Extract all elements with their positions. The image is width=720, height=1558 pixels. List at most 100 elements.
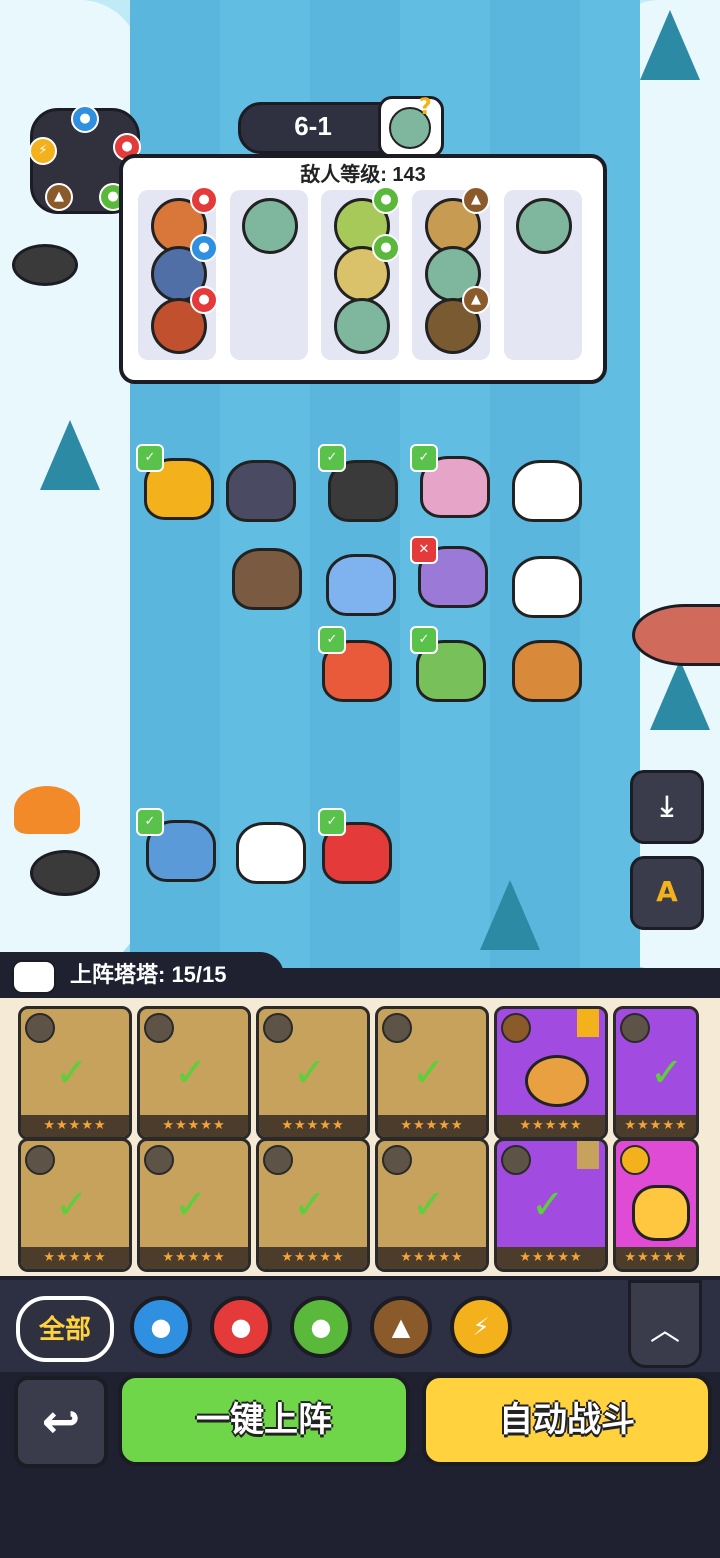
check-icon: ✓ bbox=[55, 1050, 89, 1096]
check-icon: ✓ bbox=[293, 1182, 327, 1228]
leaf-icon bbox=[382, 1013, 412, 1043]
earth-icon: ▲ bbox=[45, 183, 73, 211]
star-rating: ★★★★★ bbox=[378, 1247, 486, 1269]
water-icon bbox=[263, 1145, 293, 1175]
tire-decoration bbox=[12, 244, 78, 286]
thumbs-up-icon: ✓ bbox=[318, 444, 346, 472]
check-icon: ✓ bbox=[174, 1050, 208, 1096]
earth-icon: ▲ bbox=[462, 286, 490, 314]
check-icon: ✓ bbox=[174, 1182, 208, 1228]
thunder-icon bbox=[25, 1145, 55, 1175]
tower-card[interactable]: ✓ ★★★★★ bbox=[256, 1006, 370, 1140]
tire-decoration bbox=[30, 850, 100, 896]
thunder-icon bbox=[263, 1013, 293, 1043]
star-rating: ★★★★★ bbox=[259, 1115, 367, 1137]
thumbs-up-icon: ✓ bbox=[318, 626, 346, 654]
tower-creature[interactable] bbox=[512, 460, 582, 522]
tower-card[interactable]: ✓ ★★★★★ bbox=[137, 1138, 251, 1272]
thumbs-up-icon: ✓ bbox=[136, 444, 164, 472]
fire-icon: ● bbox=[190, 186, 218, 214]
thumbs-down-icon: ✕ bbox=[410, 536, 438, 564]
pine-tree bbox=[650, 660, 710, 730]
enemy-avatar[interactable] bbox=[334, 298, 390, 354]
tower-portrait bbox=[525, 1055, 589, 1107]
auto-battle-button[interactable]: 自动战斗 bbox=[422, 1374, 712, 1466]
check-icon: ✓ bbox=[55, 1182, 89, 1228]
tower-creature[interactable] bbox=[226, 460, 296, 522]
chevron-up-icon: ︿ bbox=[650, 1313, 680, 1348]
return-arrow-icon: ↩ bbox=[41, 1394, 81, 1448]
star-rating: ★★★★★ bbox=[259, 1247, 367, 1269]
thumbs-up-icon: ✓ bbox=[318, 808, 346, 836]
tower-card[interactable]: ✓ ★★★★★ bbox=[494, 1138, 608, 1272]
earth-icon bbox=[501, 1013, 531, 1043]
tower-card[interactable]: ★★★★★ bbox=[494, 1006, 608, 1140]
tower-card[interactable]: ✓ ★★★★★ bbox=[18, 1006, 132, 1140]
star-rating: ★★★★★ bbox=[616, 1115, 696, 1137]
check-icon: ✓ bbox=[412, 1050, 446, 1096]
tower-card[interactable]: ✓ ★★★★★ bbox=[256, 1138, 370, 1272]
back-button[interactable]: ↩ bbox=[14, 1376, 108, 1468]
water-icon: ● bbox=[190, 234, 218, 262]
check-icon: ✓ bbox=[650, 1050, 684, 1096]
leaf-icon[interactable]: ● bbox=[290, 1296, 352, 1358]
fire-icon[interactable]: ● bbox=[210, 1296, 272, 1358]
tower-card[interactable]: ✓ ★★★★★ bbox=[137, 1006, 251, 1140]
download-icon: ⤓ bbox=[660, 789, 674, 822]
enemy-avatar[interactable] bbox=[516, 198, 572, 254]
tray-title: 上阵塔塔: 15/15 bbox=[70, 962, 227, 987]
earth-icon bbox=[144, 1145, 174, 1175]
pine-tree bbox=[40, 420, 100, 490]
tower-creature[interactable] bbox=[512, 640, 582, 702]
earth-icon bbox=[25, 1013, 55, 1043]
star-rating: ★★★★★ bbox=[21, 1247, 129, 1269]
star-rating: ★★★★★ bbox=[140, 1115, 248, 1137]
earth-icon[interactable]: ▲ bbox=[370, 1296, 432, 1358]
tower-creature[interactable] bbox=[236, 822, 306, 884]
star-rating: ★★★★★ bbox=[497, 1247, 605, 1269]
tower-creature[interactable] bbox=[232, 548, 302, 610]
download-layout-button[interactable]: ⤓ bbox=[630, 770, 704, 844]
tower-creature[interactable] bbox=[512, 556, 582, 618]
stage-label: 6-1 bbox=[294, 111, 332, 141]
fire-icon bbox=[501, 1145, 531, 1175]
thumbs-up-icon: ✓ bbox=[410, 626, 438, 654]
tower-card[interactable]: ✓ ★★★★★ bbox=[375, 1138, 489, 1272]
pine-tree bbox=[640, 10, 700, 80]
tower-card[interactable]: ✓ ★★★★★ bbox=[613, 1006, 699, 1140]
auto-settings-icon: A bbox=[656, 875, 678, 908]
tower-portrait bbox=[632, 1185, 690, 1241]
enemy-avatar[interactable] bbox=[242, 198, 298, 254]
tower-card[interactable]: ✓ ★★★★★ bbox=[375, 1006, 489, 1140]
star-rating: ★★★★★ bbox=[616, 1247, 696, 1269]
thunder-icon: ⚡ bbox=[29, 137, 57, 165]
pine-tree bbox=[480, 880, 540, 950]
star-rating: ★★★★★ bbox=[140, 1247, 248, 1269]
tower-card[interactable]: ★★★★★ bbox=[613, 1138, 699, 1272]
thunder-icon bbox=[620, 1013, 650, 1043]
auto-settings-button[interactable]: A bbox=[630, 856, 704, 930]
star-rating: ★★★★★ bbox=[497, 1115, 605, 1137]
thumbs-up-icon: ✓ bbox=[410, 444, 438, 472]
leaf-icon: ● bbox=[372, 186, 400, 214]
boss-info-icon[interactable]: ? bbox=[378, 95, 444, 158]
thunder-icon[interactable]: ⚡ bbox=[450, 1296, 512, 1358]
check-icon: ✓ bbox=[293, 1050, 327, 1096]
filter-all-button[interactable]: 全部 bbox=[16, 1296, 114, 1362]
water-icon[interactable]: ● bbox=[130, 1296, 192, 1358]
thumbs-up-icon: ✓ bbox=[136, 808, 164, 836]
check-icon: ✓ bbox=[531, 1182, 565, 1228]
deploy-all-button[interactable]: 一键上阵 bbox=[118, 1374, 410, 1466]
thunder-icon bbox=[620, 1145, 650, 1175]
tower-card[interactable]: ✓ ★★★★★ bbox=[18, 1138, 132, 1272]
star-rating: ★★★★★ bbox=[21, 1115, 129, 1137]
earth-icon: ▲ bbox=[462, 186, 490, 214]
leaf-icon: ● bbox=[372, 234, 400, 262]
check-icon: ✓ bbox=[412, 1182, 446, 1228]
expand-tray-button[interactable]: ︿ bbox=[628, 1280, 702, 1368]
water-icon: ● bbox=[71, 105, 99, 133]
tower-creature[interactable] bbox=[326, 554, 396, 616]
leaf-icon bbox=[144, 1013, 174, 1043]
cat-icon bbox=[12, 960, 56, 994]
enemy-level-title: 敌人等级: 143 bbox=[300, 164, 426, 186]
